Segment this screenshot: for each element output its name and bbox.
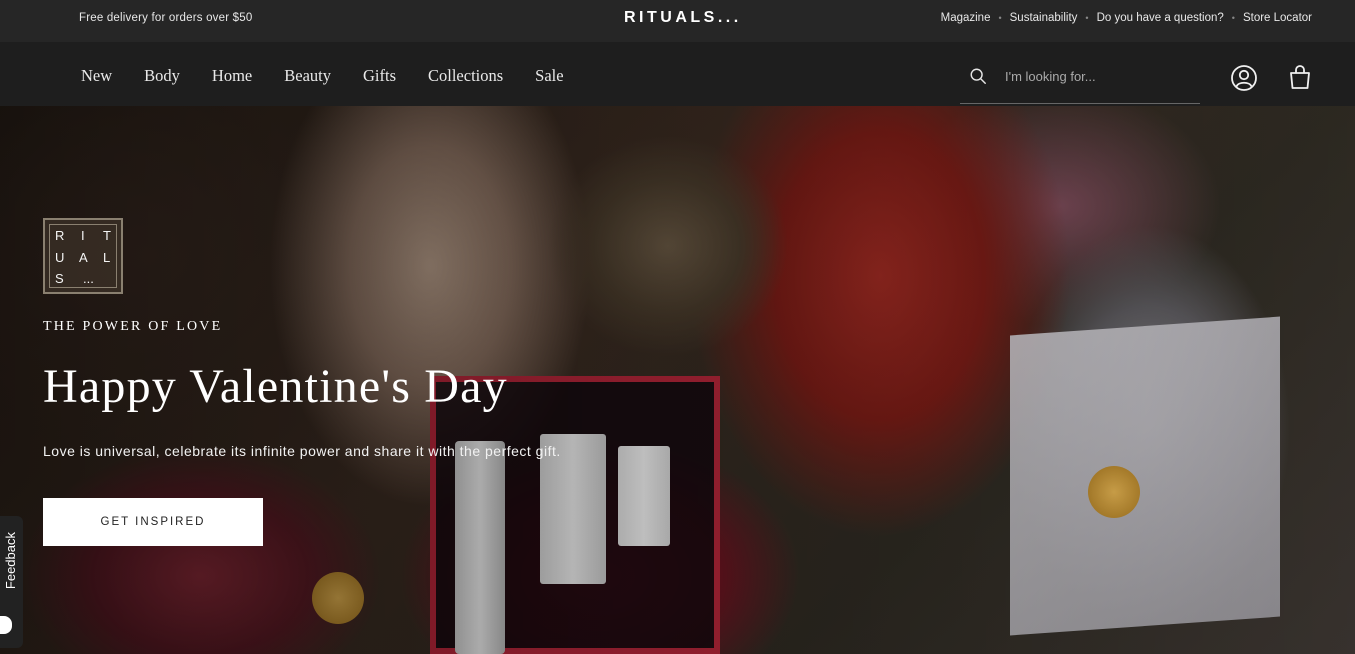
get-inspired-button[interactable]: GET INSPIRED: [43, 498, 263, 546]
hero-eyebrow: THE POWER OF LOVE: [43, 319, 223, 334]
nav-item-sale[interactable]: Sale: [535, 66, 563, 86]
nav-item-body[interactable]: Body: [144, 66, 180, 86]
shopping-bag-icon[interactable]: [1287, 63, 1313, 91]
hero-banner[interactable]: R I T U A L S ... THE POWER OF LOVE Happ…: [0, 106, 1355, 654]
separator-dot: •: [998, 13, 1002, 23]
rituals-brand-mark: R I T U A L S ...: [43, 218, 123, 294]
brand-mark-letter: I: [81, 228, 85, 243]
nav-item-new[interactable]: New: [81, 66, 112, 86]
separator-dot: •: [1231, 13, 1235, 23]
nav-item-home[interactable]: Home: [212, 66, 252, 86]
hero-subtext: Love is universal, celebrate its infinit…: [43, 443, 561, 459]
feedback-tab[interactable]: Feedback: [0, 516, 23, 648]
search-icon[interactable]: [969, 67, 987, 85]
rituals-logo[interactable]: RITUALS...: [624, 9, 742, 27]
brand-mark-letter: S: [55, 271, 64, 286]
separator-dot: •: [1085, 13, 1089, 23]
category-menu: New Body Home Beauty Gifts Collections S…: [81, 66, 596, 86]
search-input[interactable]: [1005, 66, 1195, 86]
account-icon[interactable]: [1230, 64, 1258, 92]
utility-links: Magazine • Sustainability • Do you have …: [941, 12, 1312, 24]
sustainability-link[interactable]: Sustainability: [1010, 12, 1078, 24]
store-locator-link[interactable]: Store Locator: [1243, 12, 1312, 24]
feedback-label: Feedback: [3, 532, 18, 590]
brand-mark-letter: ...: [83, 271, 94, 286]
nav-item-beauty[interactable]: Beauty: [284, 66, 331, 86]
nav-item-collections[interactable]: Collections: [428, 66, 503, 86]
top-utility-bar: Free delivery for orders over $50 RITUAL…: [0, 0, 1355, 42]
hero-headline: Happy Valentine's Day: [43, 360, 508, 413]
brand-mark-letter: L: [103, 250, 111, 265]
free-delivery-promo: Free delivery for orders over $50: [79, 12, 253, 24]
chat-bubble-icon: [0, 616, 12, 634]
nav-item-gifts[interactable]: Gifts: [363, 66, 396, 86]
brand-mark-letter: T: [103, 228, 111, 243]
brand-mark-letter: U: [55, 250, 65, 265]
search-box: [960, 56, 1200, 104]
main-navigation: New Body Home Beauty Gifts Collections S…: [0, 42, 1355, 106]
brand-mark-letter: A: [79, 250, 88, 265]
question-link[interactable]: Do you have a question?: [1097, 12, 1224, 24]
magazine-link[interactable]: Magazine: [941, 12, 991, 24]
brand-mark-letter: R: [55, 228, 65, 243]
